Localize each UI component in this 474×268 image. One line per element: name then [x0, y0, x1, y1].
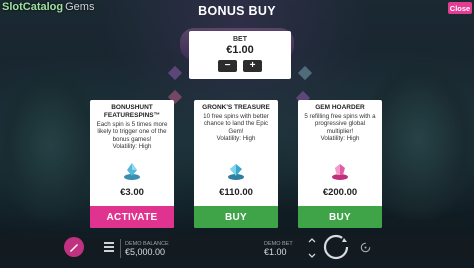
bet-controls: − + [189, 60, 291, 72]
autoplay-icon[interactable] [360, 242, 371, 253]
bet-label: BET [233, 36, 247, 43]
bonus-option-card: GEM HOARDER 5 refilling free spins with … [298, 100, 382, 228]
option-description: Each spin is 5 times more likely to trig… [96, 121, 168, 143]
option-price: €3.00 [120, 187, 144, 198]
bet-value: €1.00 [226, 44, 254, 56]
page-title: BONUS BUY [198, 4, 276, 18]
pencil-icon [70, 244, 78, 252]
option-price: €200.00 [322, 187, 358, 198]
option-description: 5 refilling free spins with a progressiv… [304, 113, 376, 135]
buy-button[interactable]: BUY [194, 206, 278, 228]
pink-gem-icon [332, 164, 348, 180]
option-title: GRONK'S TREASURE [202, 104, 270, 111]
close-button[interactable]: Close [448, 2, 472, 14]
bet-increase-button[interactable]: + [243, 60, 262, 72]
spin-button[interactable] [322, 233, 350, 261]
balance-display: DEMO BALANCE €5,000.00 [120, 239, 180, 258]
option-description: 10 free spins with better chance to land… [203, 113, 269, 135]
option-volatility: Volatility: High [320, 134, 360, 142]
option-title: GEM HOARDER [315, 104, 365, 111]
option-title: BONUSHUNT FEATURESPINS™ [103, 104, 161, 119]
bet-panel: BET €1.00 − + [189, 31, 291, 79]
bet-decrease-button[interactable]: − [218, 60, 237, 72]
bonus-buy-icon[interactable] [64, 237, 84, 257]
bonus-option-card: BONUSHUNT FEATURESPINS™ Each spin is 5 t… [90, 100, 174, 228]
spin-feature-icon [124, 163, 140, 180]
bonus-option-card: GRONK'S TREASURE 10 free spins with bett… [194, 100, 278, 228]
balance-value: €5,000.00 [125, 247, 166, 257]
bet-display: DEMO BET €1.00 [264, 239, 304, 258]
buy-button[interactable]: BUY [298, 206, 382, 228]
blue-gem-icon [228, 164, 244, 180]
activate-button[interactable]: ACTIVATE [90, 206, 174, 228]
menu-icon[interactable] [104, 242, 114, 252]
bet-arrows [307, 238, 317, 258]
demo-bet-value: €1.00 [264, 247, 287, 257]
chevron-down-icon[interactable] [308, 253, 316, 258]
option-price: €110.00 [219, 187, 253, 198]
chevron-up-icon[interactable] [308, 238, 316, 243]
option-volatility: Volatility: High [216, 134, 256, 142]
option-volatility: Volatility: High [112, 142, 152, 150]
